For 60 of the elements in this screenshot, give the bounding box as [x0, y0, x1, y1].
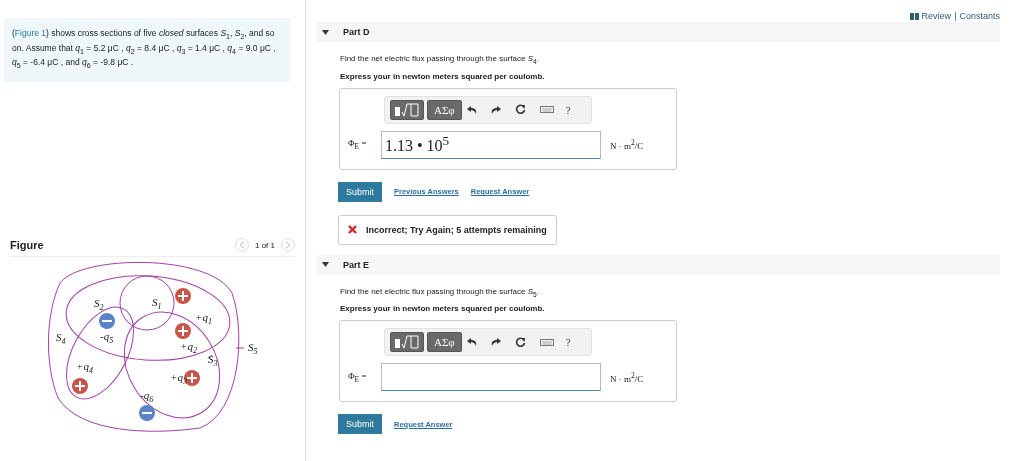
instruction-text: Express your in newton meters squared per coulomb.: [340, 304, 546, 314]
figure-label: S$_{4}$: [56, 331, 66, 347]
positive-charge-icon: [175, 288, 191, 305]
figure-label: S$_{5}$: [248, 341, 258, 357]
figure-label: S$_{3}$: [208, 353, 218, 369]
negative-charge-icon: [99, 313, 115, 330]
flux-label: Φ$_{E}$ =: [348, 370, 368, 384]
figure-title: Figure: [10, 239, 44, 252]
chevron-left-icon: [239, 241, 245, 250]
positive-charge-icon: [184, 370, 200, 387]
caret-icon: [322, 29, 329, 35]
question-text: Find the net electric flux passing through the surface S$_{4}$.: [340, 54, 540, 65]
radical-template-icon: [394, 335, 420, 350]
positive-charge-icon: [175, 323, 191, 340]
keyboard-icon[interactable]: [539, 106, 554, 114]
keyboard-icon[interactable]: [539, 338, 554, 346]
figure-label: +q$_{3}$: [170, 371, 187, 387]
answer-field[interactable]: [381, 363, 601, 392]
part-header[interactable]: Part D: [316, 22, 1000, 42]
reset-icon[interactable]: [514, 104, 526, 116]
help-button[interactable]: ?: [565, 336, 571, 349]
cross-icon: [348, 225, 357, 235]
link-separator: |: [954, 11, 957, 21]
figure-label: -q$_{6}$: [140, 389, 154, 405]
template-button[interactable]: [390, 99, 424, 120]
part-header[interactable]: Part E: [316, 254, 1000, 275]
positive-charge-icon: [72, 378, 88, 395]
symbols-button[interactable]: ΑΣφ: [427, 99, 462, 120]
reset-icon[interactable]: [514, 336, 526, 348]
figure-label: -q$_{5}$: [100, 330, 114, 346]
template-button[interactable]: [390, 332, 424, 353]
chevron-right-icon: [285, 241, 291, 250]
figure-label: S$_{1}$: [152, 296, 162, 312]
review-link[interactable]: Review: [921, 11, 952, 21]
instruction-text: Express your in newton meters squared per coulomb.: [340, 71, 546, 81]
flux-label: Φ$_{E}$ =: [348, 138, 368, 151]
figure-label: S$_{2}$: [94, 297, 104, 313]
question-text: Find the net electric flux passing through the surface S$_{5}$.: [340, 286, 540, 298]
book-icon: [909, 12, 919, 20]
submit-button[interactable]: Submit: [338, 181, 382, 202]
unit-label: N · m$^{2}$/C: [610, 370, 644, 384]
unit-label: N · m$^{2}$/C: [610, 138, 644, 152]
submit-button[interactable]: Submit: [338, 414, 382, 435]
negative-charge-icon: [139, 405, 155, 422]
redo-icon[interactable]: [490, 338, 501, 347]
page-counter: 1 of 1: [255, 240, 275, 250]
undo-icon[interactable]: [466, 338, 477, 347]
redo-icon[interactable]: [490, 105, 501, 114]
help-button[interactable]: ?: [565, 103, 571, 116]
figure-label: +q$_{1}$: [195, 311, 212, 327]
constants-link[interactable]: Constants: [959, 11, 1000, 21]
radical-template-icon: [394, 102, 420, 117]
undo-icon[interactable]: [466, 105, 477, 114]
answer-field[interactable]: 1.13 • 10$^{5}$: [381, 130, 601, 159]
symbols-button[interactable]: ΑΣφ: [427, 332, 462, 353]
caret-icon: [322, 262, 329, 268]
problem-statement: (Figure 1) shows cross sections of five closed surfaces S$_{1}$, S$_{2}$, and so on. Assume that q$_{1}$ = 5.2 μC , q$_{2}$ = 8.4 μC , q$_{3}$ = 1.4 μC , q$_{4}$ = 9.0 μC , q$_{5}$ = -6.4 μC , and q$_{6}$ = -9.8 μC .: [4, 18, 290, 83]
figure-label: +q$_{4}$: [76, 360, 93, 376]
feedback-message: Incorrect; Try Again; 5 attempts remaining: [338, 214, 557, 245]
figure-label: +q$_{2}$: [180, 340, 197, 356]
